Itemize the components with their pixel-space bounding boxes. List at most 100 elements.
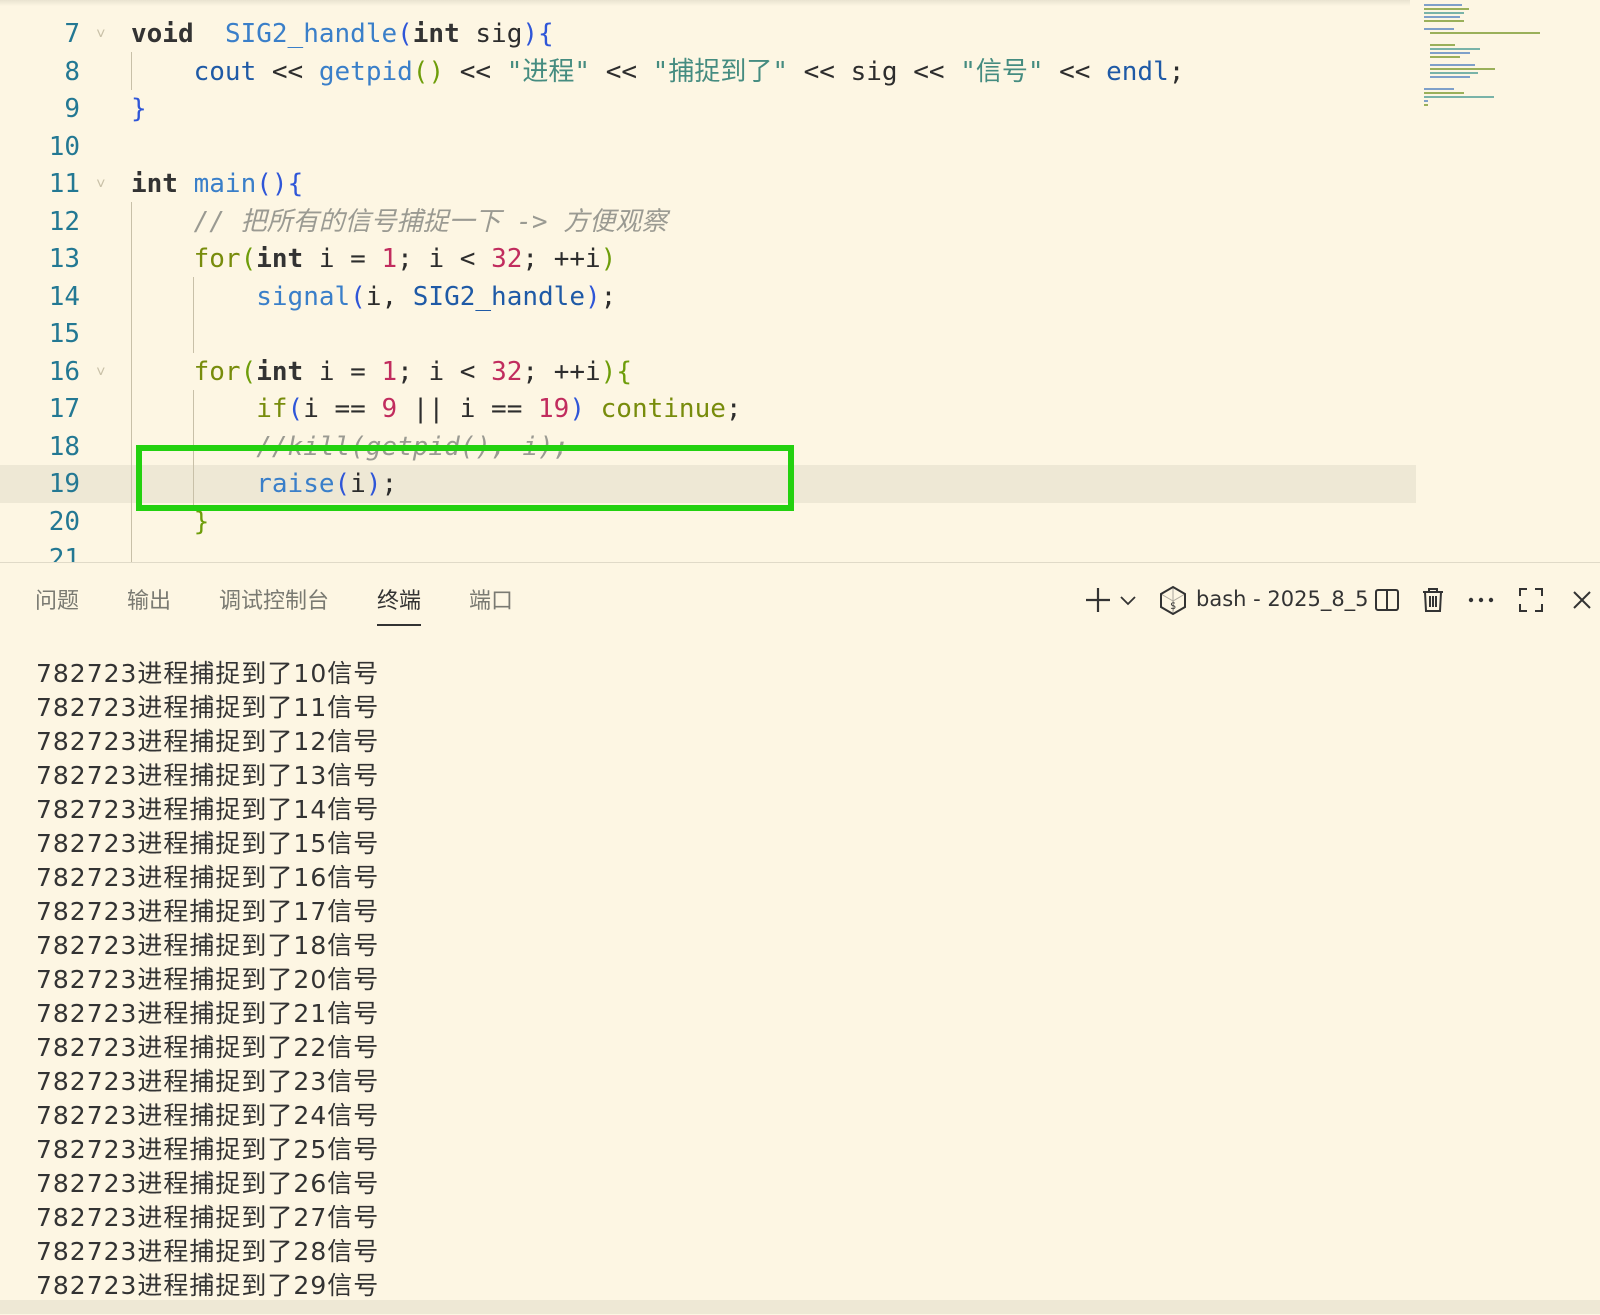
- code-editor[interactable]: 7 ˅ void SIG2_handle(int sig){ 8 cout << ge…: [0, 0, 1600, 562]
- minimap-line: [1424, 20, 1464, 22]
- line-number: 11: [48, 169, 80, 199]
- code-line[interactable]: 15: [0, 315, 1416, 353]
- minimap[interactable]: [1424, 4, 1574, 114]
- svg-text:$: $: [1170, 601, 1176, 612]
- line-number: 18: [48, 431, 80, 462]
- line-number: 21: [48, 544, 80, 562]
- terminal-line: 782723进程捕捉到了23信号: [36, 1067, 380, 1096]
- minimap-line: [1424, 92, 1464, 94]
- terminal-line: 782723进程捕捉到了15信号: [36, 829, 380, 858]
- code-line[interactable]: 17 if(i == 9 || i == 19) continue;: [0, 390, 1416, 428]
- code-line[interactable]: 13 for(int i = 1; i < 32; ++i): [0, 240, 1416, 278]
- line-number: 17: [48, 394, 80, 424]
- minimap-line: [1430, 48, 1480, 50]
- fold-chevron-icon[interactable]: ˅: [96, 15, 118, 53]
- line-number: 19: [48, 469, 80, 499]
- indent-guide: [131, 52, 132, 90]
- terminal-line: 782723进程捕捉到了26信号: [36, 1169, 380, 1198]
- terminal-line: 782723进程捕捉到了16信号: [36, 863, 380, 892]
- minimap-line: [1430, 76, 1470, 78]
- plus-icon: [1086, 588, 1110, 612]
- minimap-line: [1424, 16, 1460, 18]
- line-number: 16: [48, 356, 80, 387]
- code-text: for(int i = 1; i < 32; ++i){: [193, 356, 632, 387]
- terminal-line: 782723进程捕捉到了25信号: [36, 1135, 380, 1164]
- terminal-line: 782723进程捕捉到了10信号: [36, 659, 380, 688]
- code-line[interactable]: 14 signal(i, SIG2_handle);: [0, 278, 1416, 316]
- minimap-line: [1430, 64, 1475, 66]
- maximize-icon: [1519, 588, 1543, 612]
- fold-chevron-icon[interactable]: ˅: [96, 353, 118, 391]
- maximize-panel-button[interactable]: [1516, 583, 1546, 617]
- terminal-line: 782723进程捕捉到了20信号: [36, 965, 380, 994]
- code-line[interactable]: 11 ˅ int main(){: [0, 165, 1416, 203]
- code-line[interactable]: 8 cout << getpid() << "进程" << "捕捉到了" << …: [0, 53, 1416, 91]
- indent-guide: [193, 277, 194, 353]
- minimap-line: [1430, 32, 1540, 34]
- terminal-line: 782723进程捕捉到了18信号: [36, 931, 380, 960]
- terminal-line: 782723进程捕捉到了14信号: [36, 795, 380, 824]
- tab-debug-console[interactable]: 调试控制台: [219, 583, 329, 615]
- terminal-line: 782723进程捕捉到了11信号: [36, 693, 380, 722]
- terminal-output[interactable]: 782723进程捕捉到了10信号 782723进程捕捉到了11信号 782723进程…: [36, 657, 379, 1303]
- code-text: signal(i, SIG2_handle);: [256, 281, 617, 312]
- code-line[interactable]: 7 ˅ void SIG2_handle(int sig){: [0, 15, 1416, 53]
- panel-tabs: 问题 输出 调试控制台 终端 端口 $ bash - 2025_8_5: [0, 563, 1600, 635]
- line-number: 7: [64, 19, 80, 49]
- terminal-line: 782723进程捕捉到了22信号: [36, 1033, 380, 1062]
- terminal-dropdown-button[interactable]: [1118, 583, 1138, 617]
- code-text: int main(){: [131, 169, 304, 199]
- terminal-line: 782723进程捕捉到了12信号: [36, 727, 380, 756]
- minimap-line: [1424, 4, 1462, 6]
- code-line[interactable]: 12 // 把所有的信号捕捉一下 -> 方便观察: [0, 203, 1416, 241]
- indent-guide: [131, 202, 132, 562]
- kill-terminal-button[interactable]: [1418, 583, 1448, 617]
- bash-icon: $: [1160, 585, 1186, 615]
- line-number: 14: [48, 281, 80, 312]
- code-text: cout << getpid() << "进程" << "捕捉到了" << si…: [193, 56, 1185, 87]
- tab-ports[interactable]: 端口: [469, 583, 513, 615]
- minimap-line: [1424, 96, 1494, 98]
- code-text: void SIG2_handle(int sig){: [131, 19, 554, 49]
- minimap-line: [1430, 72, 1478, 74]
- terminal-line: 782723进程捕捉到了21信号: [36, 999, 380, 1028]
- line-number: 8: [64, 56, 80, 87]
- tab-problems[interactable]: 问题: [35, 583, 79, 615]
- terminal-line: 782723进程捕捉到了29信号: [36, 1271, 380, 1300]
- terminal-line: 782723进程捕捉到了27信号: [36, 1203, 380, 1232]
- minimap-line: [1424, 8, 1469, 10]
- minimap-line: [1430, 56, 1460, 58]
- close-icon: [1573, 591, 1591, 609]
- split-icon: [1375, 589, 1399, 611]
- bottom-panel: 问题 输出 调试控制台 终端 端口 $ bash - 2025_8_5 7827…: [0, 562, 1600, 1315]
- code-text: }: [131, 94, 147, 124]
- code-text: for(int i = 1; i < 32; ++i): [193, 244, 617, 274]
- line-number: 20: [48, 506, 80, 537]
- minimap-line: [1424, 88, 1454, 90]
- highlight-box: [136, 445, 794, 511]
- minimap-line: [1424, 12, 1464, 14]
- terminal-name[interactable]: bash - 2025_8_5: [1196, 587, 1369, 611]
- close-panel-button[interactable]: [1568, 583, 1596, 617]
- terminal-line: 782723进程捕捉到了17信号: [36, 897, 380, 926]
- code-line[interactable]: 21: [0, 540, 1416, 562]
- terminal-line: 782723进程捕捉到了13信号: [36, 761, 380, 790]
- code-text: if(i == 9 || i == 19) continue;: [256, 394, 742, 424]
- fold-chevron-icon[interactable]: ˅: [96, 165, 118, 203]
- minimap-line: [1424, 28, 1454, 30]
- more-actions-button[interactable]: [1466, 583, 1496, 617]
- new-terminal-button[interactable]: [1082, 583, 1114, 617]
- tab-output[interactable]: 输出: [127, 583, 171, 615]
- minimap-line: [1430, 44, 1455, 46]
- terminal-shell-indicator[interactable]: $: [1158, 583, 1188, 617]
- minimap-line: [1424, 104, 1428, 106]
- code-line[interactable]: 10: [0, 128, 1416, 166]
- line-number: 12: [48, 206, 80, 237]
- minimap-line: [1430, 52, 1470, 54]
- line-number: 15: [48, 319, 80, 349]
- line-number: 10: [48, 131, 80, 162]
- code-line[interactable]: 16 ˅ for(int i = 1; i < 32; ++i){: [0, 353, 1416, 391]
- tab-terminal[interactable]: 终端: [377, 583, 422, 626]
- code-line[interactable]: 9}: [0, 90, 1416, 128]
- split-terminal-button[interactable]: [1372, 583, 1402, 617]
